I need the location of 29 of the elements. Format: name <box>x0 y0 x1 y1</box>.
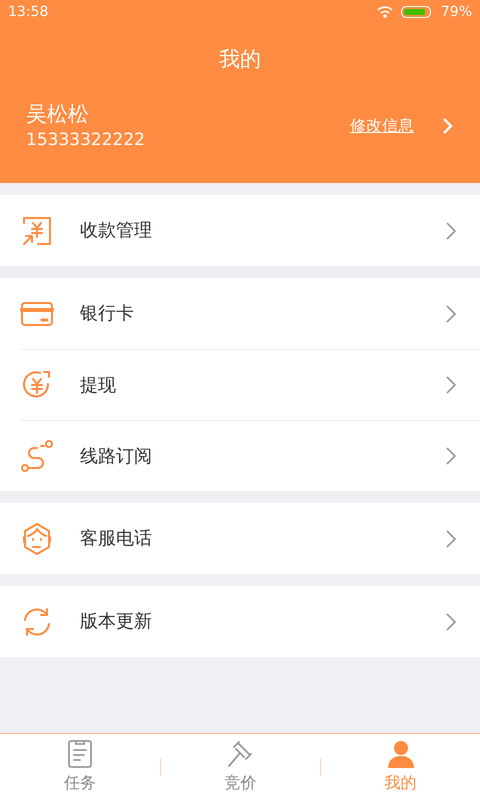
status-time: 13:58 <box>8 2 48 22</box>
person-icon <box>386 739 416 769</box>
battery-percent: 79% <box>440 2 472 22</box>
battery-icon <box>400 6 433 18</box>
user-phone: 15333322222 <box>26 129 145 152</box>
tab[interactable]: 竞价 <box>161 739 320 795</box>
chevron-right-icon <box>446 612 456 630</box>
menu-item[interactable]: 线路订阅 <box>20 420 480 491</box>
chevron-right-icon <box>446 304 456 322</box>
support-agent-icon <box>20 522 54 556</box>
menu-item-label: 客服电话 <box>80 527 153 551</box>
menu-item-label: 版本更新 <box>80 610 153 634</box>
route-icon <box>20 439 54 473</box>
user-name: 吴松松 <box>26 101 90 128</box>
chevron-right-icon <box>446 376 456 394</box>
chevron-right-icon <box>446 222 456 240</box>
menu-item-label: 线路订阅 <box>80 444 153 468</box>
wifi-icon <box>376 6 393 18</box>
page-title: 我的 <box>219 46 261 74</box>
chevron-right-icon <box>442 117 454 135</box>
menu-item-label: 银行卡 <box>80 302 135 326</box>
menu-item[interactable]: 提现 <box>20 349 480 420</box>
tab[interactable]: 任务 <box>0 739 160 795</box>
menu-item-label: 收款管理 <box>80 219 153 243</box>
chevron-right-icon <box>446 530 456 548</box>
chevron-right-icon <box>446 447 456 465</box>
clipboard-icon <box>65 739 95 769</box>
menu-item-label: 提现 <box>80 374 117 398</box>
menu-item[interactable]: 银行卡 <box>20 278 480 349</box>
